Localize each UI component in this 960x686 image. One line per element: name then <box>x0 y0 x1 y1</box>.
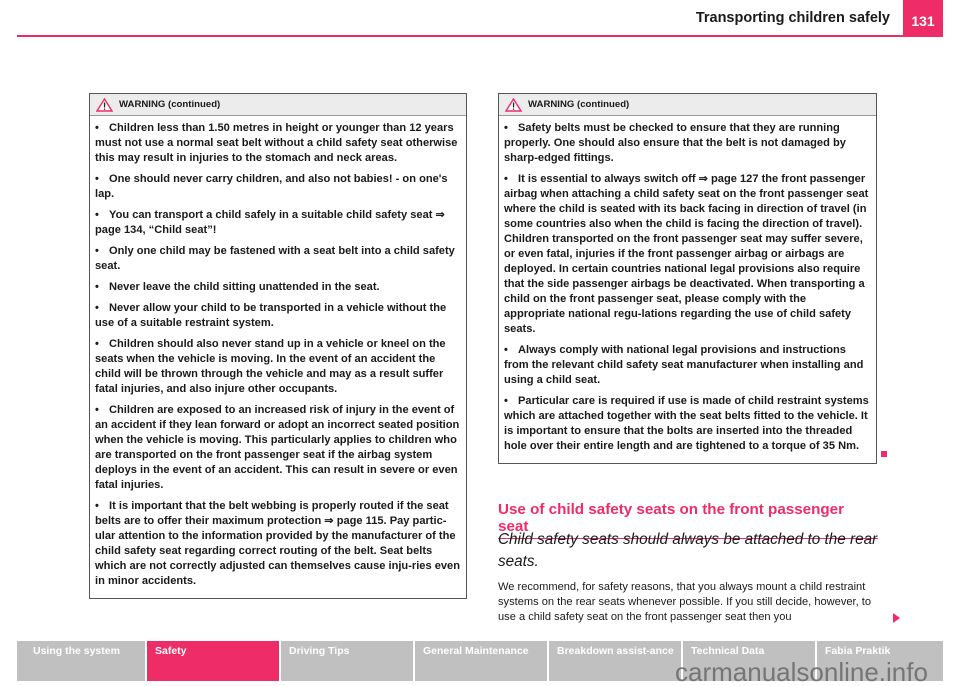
warning-header: WARNING (continued) <box>499 94 876 116</box>
warning-body: • Safety belts must be checked to ensure … <box>499 116 876 454</box>
bullet-icon: • <box>504 173 508 185</box>
page-number: 131 <box>903 0 943 36</box>
continue-arrow-icon <box>893 613 900 623</box>
warning-bullet: • You can transport a child safely in a s… <box>95 209 445 236</box>
warning-title: WARNING (continued) <box>528 99 630 110</box>
section-body-text: We recommend, for safety reasons, that y… <box>498 581 872 623</box>
bullet-icon: • <box>504 122 508 134</box>
nav-tab-driving-tips[interactable]: Driving Tips <box>281 641 413 681</box>
warning-bullet: • Children should also never stand up in … <box>95 338 446 395</box>
bullet-icon: • <box>504 395 508 407</box>
warning-bullet: • Particular care is required if use is m… <box>504 395 869 452</box>
warning-title: WARNING (continued) <box>119 99 221 110</box>
warning-header: WARNING (continued) <box>90 94 466 116</box>
watermark: carmanualsonline.info <box>675 657 928 686</box>
section-end-marker-icon <box>881 451 887 457</box>
warning-triangle-icon <box>95 97 114 112</box>
warning-box-right: WARNING (continued) • Safety belts must b… <box>498 93 877 464</box>
bullet-icon: • <box>95 281 99 293</box>
warning-triangle-icon <box>504 97 523 112</box>
bullet-icon: • <box>95 500 99 512</box>
bullet-icon: • <box>95 173 99 185</box>
bullet-icon: • <box>95 404 99 416</box>
nav-tab-general-maintenance[interactable]: General Maintenance <box>415 641 547 681</box>
warning-bullet: • Only one child may be fastened with a s… <box>95 245 455 272</box>
nav-tab-using-the-system[interactable]: Using the system <box>17 641 145 681</box>
page-header-title: Transporting children safely <box>695 10 890 26</box>
bullet-icon: • <box>95 122 99 134</box>
warning-bullet: • Children are exposed to an increased ri… <box>95 404 460 491</box>
bullet-icon: • <box>95 302 99 314</box>
bullet-icon: • <box>95 338 99 350</box>
bullet-icon: • <box>95 245 99 257</box>
warning-bullet: • One should never carry children, and al… <box>95 173 448 200</box>
warning-bullet: • Children less than 1.50 metres in heigh… <box>95 122 458 164</box>
warning-body: • Children less than 1.50 metres in heigh… <box>90 116 466 589</box>
warning-bullet: • Always comply with national legal provi… <box>504 344 864 386</box>
bullet-icon: • <box>504 344 508 356</box>
warning-bullet: • Safety belts must be checked to ensure … <box>504 122 846 164</box>
header-divider <box>17 35 943 37</box>
warning-bullet: • Never leave the child sitting unattende… <box>95 281 380 293</box>
nav-tab-safety[interactable]: Safety <box>147 641 279 681</box>
warning-bullet: • Never allow your child to be transporte… <box>95 302 447 329</box>
bullet-icon: • <box>95 209 99 221</box>
warning-bullet: • It is important that the belt webbing i… <box>95 500 461 587</box>
section-subtitle: Child safety seats should always be atta… <box>498 531 878 570</box>
warning-bullet: • It is essential to always switch off ⇒ … <box>504 173 869 335</box>
warning-box-left: WARNING (continued) • Children less than … <box>89 93 467 599</box>
nav-tab-breakdown-assistance[interactable]: Breakdown assist-ance <box>549 641 681 681</box>
